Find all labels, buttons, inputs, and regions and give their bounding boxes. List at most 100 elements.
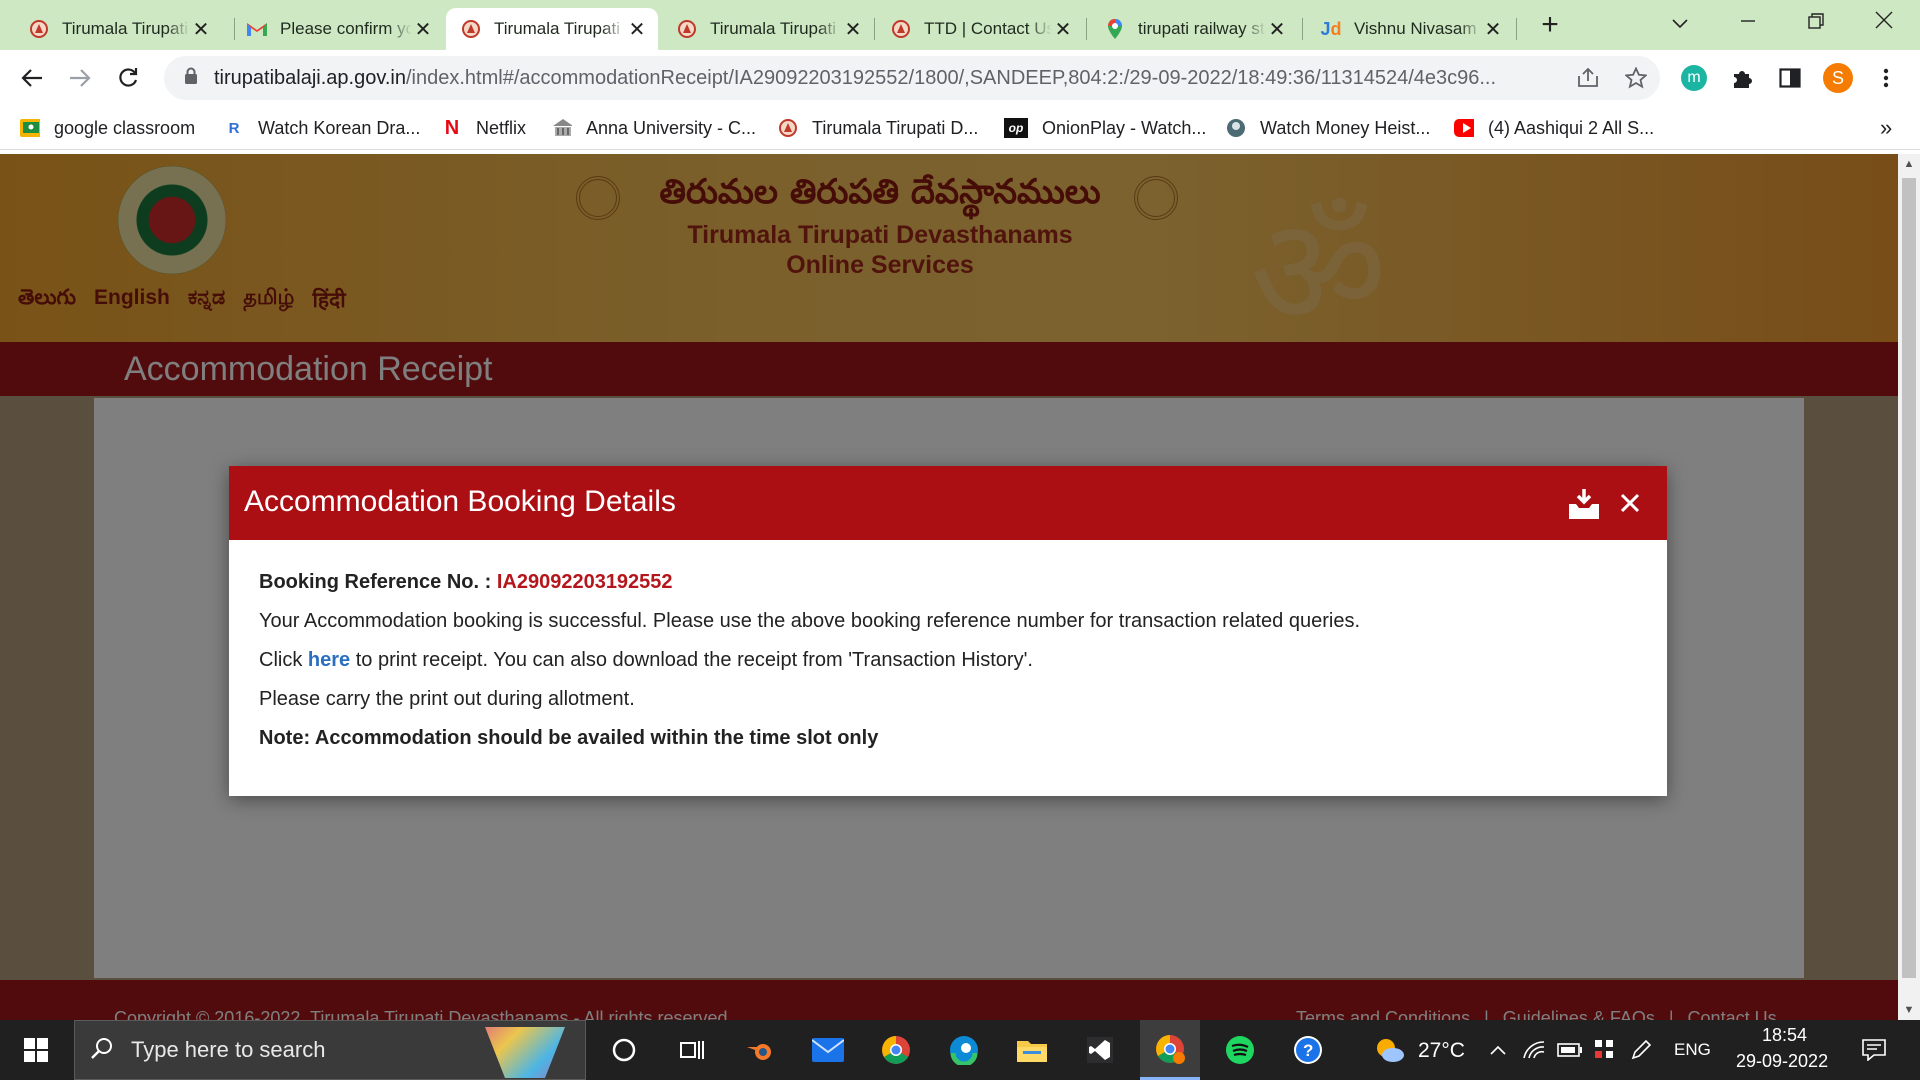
tab-close-icon[interactable]: ✕: [190, 17, 212, 42]
side-panel-icon[interactable]: [1772, 60, 1808, 96]
clock-time[interactable]: 18:54: [1762, 1025, 1807, 1046]
clock-date[interactable]: 29-09-2022: [1736, 1051, 1828, 1072]
show-hidden-icons-chevron-up-icon[interactable]: [1486, 1020, 1510, 1080]
url-text[interactable]: tirupatibalaji.ap.gov.in/index.html#/acc…: [214, 67, 1554, 90]
blender-icon[interactable]: [732, 1020, 788, 1080]
address-bar[interactable]: tirupatibalaji.ap.gov.in/index.html#/acc…: [164, 56, 1660, 100]
svg-text:?: ?: [1303, 1041, 1313, 1060]
lock-icon[interactable]: [184, 67, 198, 90]
restore-button[interactable]: [1788, 4, 1844, 42]
carry-printout-line: Please carry the print out during allotm…: [259, 688, 635, 710]
back-button[interactable]: [14, 60, 50, 96]
input-language[interactable]: ENG: [1674, 1040, 1711, 1060]
tab-close-icon[interactable]: ✕: [626, 17, 648, 42]
gmail-icon: [246, 18, 268, 40]
booking-reference-line: Booking Reference No. : IA29092203192552: [259, 570, 1639, 609]
chrome-active-icon[interactable]: [1140, 1020, 1200, 1080]
extension-m-icon[interactable]: m: [1676, 60, 1712, 96]
browser-tab-3-active[interactable]: Tirumala Tirupati Devasthanams ✕: [446, 8, 658, 50]
tab-close-icon[interactable]: ✕: [1482, 17, 1504, 42]
chrome-menu-icon[interactable]: [1868, 60, 1904, 96]
modal-title: Accommodation Booking Details: [244, 485, 676, 518]
cortana-icon[interactable]: [596, 1020, 652, 1080]
tab-search-icon[interactable]: [1652, 4, 1708, 42]
task-view-icon[interactable]: [664, 1020, 720, 1080]
share-icon[interactable]: [1570, 60, 1606, 96]
profile-avatar[interactable]: S: [1820, 60, 1856, 96]
ttd-favicon: [676, 18, 698, 40]
search-highlight-image: [485, 1027, 565, 1078]
start-button[interactable]: [10, 1020, 62, 1080]
tab-close-icon[interactable]: ✕: [842, 17, 864, 42]
youtube-icon: [1454, 118, 1474, 138]
bookmarks-bar: google classroom R Watch Korean Dra... N…: [0, 106, 1920, 150]
browser-tab-2[interactable]: Please confirm your email ✕: [232, 8, 444, 50]
bookmark-google-classroom[interactable]: google classroom: [20, 114, 195, 142]
ttd-favicon: [890, 18, 912, 40]
weather-icon[interactable]: [1368, 1020, 1412, 1080]
anna-univ-icon: [552, 118, 572, 138]
bookmarks-overflow-button[interactable]: »: [1880, 114, 1892, 142]
maps-pin-icon: [1104, 18, 1126, 40]
help-icon[interactable]: ?: [1280, 1020, 1336, 1080]
chrome-icon[interactable]: [868, 1020, 924, 1080]
netflix-icon: N: [444, 116, 460, 139]
scroll-up-icon[interactable]: ▲: [1898, 154, 1920, 174]
taskbar-search-box[interactable]: Type here to search: [74, 1020, 586, 1080]
extensions-puzzle-icon[interactable]: [1724, 60, 1760, 96]
tab-close-icon[interactable]: ✕: [412, 17, 434, 42]
onionplay-icon: op: [1004, 118, 1028, 138]
browser-tab-1[interactable]: Tirumala Tirupati Devasthanams ✕: [14, 8, 222, 50]
close-icon[interactable]: [1613, 486, 1647, 520]
battery-icon[interactable]: [1554, 1020, 1586, 1080]
edge-icon[interactable]: [936, 1020, 992, 1080]
bookmark-netflix[interactable]: N Netflix: [442, 114, 526, 142]
download-icon[interactable]: [1566, 486, 1602, 522]
new-tab-button[interactable]: +: [1534, 10, 1566, 42]
pen-icon[interactable]: [1626, 1020, 1656, 1080]
web-page: ॐ తిరుమల తిరుపతి దేవస్థానములు Tirumala T…: [0, 154, 1898, 1020]
money-heist-icon: [1226, 118, 1246, 138]
justdial-icon: Jd: [1320, 18, 1342, 39]
r-icon: R: [228, 119, 240, 137]
browser-toolbar: tirupatibalaji.ap.gov.in/index.html#/acc…: [0, 50, 1920, 106]
tab-close-icon[interactable]: ✕: [1266, 17, 1288, 42]
bookmark-anna-university[interactable]: Anna University - C...: [552, 114, 756, 142]
modal-body: Booking Reference No. : IA29092203192552…: [259, 570, 1639, 765]
visual-studio-icon[interactable]: [1072, 1020, 1128, 1080]
ttd-favicon: [778, 118, 798, 138]
booking-reference-number: IA29092203192552: [496, 571, 673, 593]
bookmark-onionplay[interactable]: op OnionPlay - Watch...: [1004, 114, 1206, 142]
browser-tab-4[interactable]: Tirumala Tirupati Devasthanams ✕: [662, 8, 874, 50]
file-explorer-icon[interactable]: [1004, 1020, 1060, 1080]
bookmark-watch-korean-drama[interactable]: R Watch Korean Dra...: [224, 114, 421, 142]
print-receipt-link[interactable]: here: [308, 649, 350, 671]
page-scrollbar[interactable]: ▲ ▼: [1898, 154, 1920, 1020]
scroll-down-icon[interactable]: ▼: [1898, 1000, 1920, 1020]
search-icon: [91, 1037, 113, 1064]
scrollbar-thumb[interactable]: [1902, 178, 1916, 978]
minimize-button[interactable]: [1720, 4, 1776, 42]
ttd-favicon: [28, 18, 50, 40]
reference-label: Booking Reference No. :: [259, 571, 492, 593]
classroom-icon: [20, 118, 40, 138]
window-close-button[interactable]: [1856, 4, 1912, 42]
notification-app-icon[interactable]: [1590, 1020, 1620, 1080]
forward-button[interactable]: [62, 60, 98, 96]
browser-tab-7[interactable]: Jd Vishnu Nivasam ✕: [1306, 8, 1514, 50]
mail-icon[interactable]: [800, 1020, 856, 1080]
bookmark-ttd[interactable]: Tirumala Tirupati D...: [778, 114, 978, 142]
reload-button[interactable]: [110, 60, 146, 96]
bookmark-money-heist[interactable]: Watch Money Heist...: [1226, 114, 1430, 142]
modal-header: Accommodation Booking Details: [229, 466, 1667, 540]
wifi-icon[interactable]: [1518, 1020, 1550, 1080]
booking-success-message: Your Accommodation booking is successful…: [259, 610, 1361, 632]
tab-close-icon[interactable]: ✕: [1052, 17, 1074, 42]
action-center-icon[interactable]: [1852, 1020, 1896, 1080]
browser-tab-5[interactable]: TTD | Contact Us ✕: [876, 8, 1084, 50]
bookmark-star-icon[interactable]: [1618, 60, 1654, 96]
browser-tab-6[interactable]: tirupati railway station ✕: [1090, 8, 1298, 50]
weather-temperature[interactable]: 27°C: [1418, 1039, 1465, 1063]
bookmark-aashiqui[interactable]: (4) Aashiqui 2 All S...: [1454, 114, 1654, 142]
spotify-icon[interactable]: [1212, 1020, 1268, 1080]
